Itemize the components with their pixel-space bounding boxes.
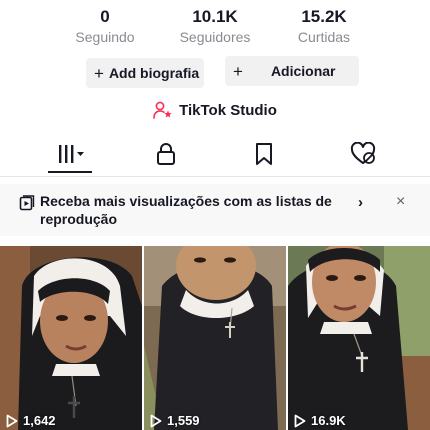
view-count: 16.9K: [294, 413, 346, 428]
video-thumbnail-image: [288, 246, 430, 430]
video-thumbnail-image: [0, 246, 142, 430]
active-tab-indicator: [48, 171, 92, 173]
studio-label: TikTok Studio: [179, 101, 277, 119]
add-button-label: Adicionar: [270, 63, 336, 79]
profile-tabs: [0, 138, 430, 174]
play-icon: [6, 414, 18, 427]
stat-likes[interactable]: 15.2K Curtidas: [269, 6, 379, 46]
stat-followers[interactable]: 10.1K Seguidores: [160, 6, 270, 46]
add-bio-button[interactable]: + Add biografia: [86, 58, 204, 88]
heart-hidden-icon: [350, 142, 376, 164]
chevron-right-icon[interactable]: ›: [358, 194, 363, 211]
video-thumbnail[interactable]: 1,642: [0, 246, 142, 430]
user-star-icon: [153, 101, 172, 119]
view-count-label: 16.9K: [311, 413, 346, 428]
plus-icon: +: [233, 61, 243, 81]
bookmark-icon: [256, 143, 272, 165]
view-count: 1,642: [6, 413, 56, 428]
play-icon: [150, 414, 162, 427]
following-count: 0: [100, 7, 110, 26]
banner-text: Receba mais visualizações com as listas …: [40, 193, 332, 227]
followers-label: Seguidores: [179, 29, 251, 45]
profile-stats: 0 Seguindo 10.1K Seguidores 15.2K Curtid…: [0, 6, 430, 48]
video-thumbnail-image: [144, 246, 286, 430]
playlist-banner[interactable]: Receba mais visualizações com as listas …: [0, 184, 430, 236]
likes-count: 15.2K: [301, 7, 347, 26]
view-count-label: 1,559: [167, 413, 200, 428]
play-icon: [294, 414, 306, 427]
likes-label: Curtidas: [297, 29, 351, 45]
close-icon[interactable]: ×: [396, 193, 405, 211]
video-thumbnail[interactable]: 1,559: [144, 246, 286, 430]
stat-following[interactable]: 0 Seguindo: [50, 6, 160, 46]
following-label: Seguindo: [75, 29, 135, 45]
followers-count: 10.1K: [192, 7, 238, 26]
playlist-icon: [19, 195, 35, 211]
plus-icon: +: [94, 63, 104, 83]
grid-bars-icon: [59, 145, 84, 163]
tab-private[interactable]: [146, 138, 186, 170]
tab-saved[interactable]: [244, 138, 284, 170]
tab-videos[interactable]: [50, 138, 90, 170]
tab-liked[interactable]: [343, 138, 383, 170]
tabs-divider: [0, 176, 430, 177]
add-bio-label: Add biografia: [108, 65, 200, 81]
add-button[interactable]: + Adicionar: [225, 56, 359, 86]
view-count: 1,559: [150, 413, 200, 428]
video-grid: 1,642 1,559 16.9K: [0, 246, 430, 430]
lock-icon: [157, 143, 175, 165]
video-thumbnail[interactable]: 16.9K: [288, 246, 430, 430]
view-count-label: 1,642: [23, 413, 56, 428]
tiktok-studio-link[interactable]: TikTok Studio: [0, 99, 430, 121]
